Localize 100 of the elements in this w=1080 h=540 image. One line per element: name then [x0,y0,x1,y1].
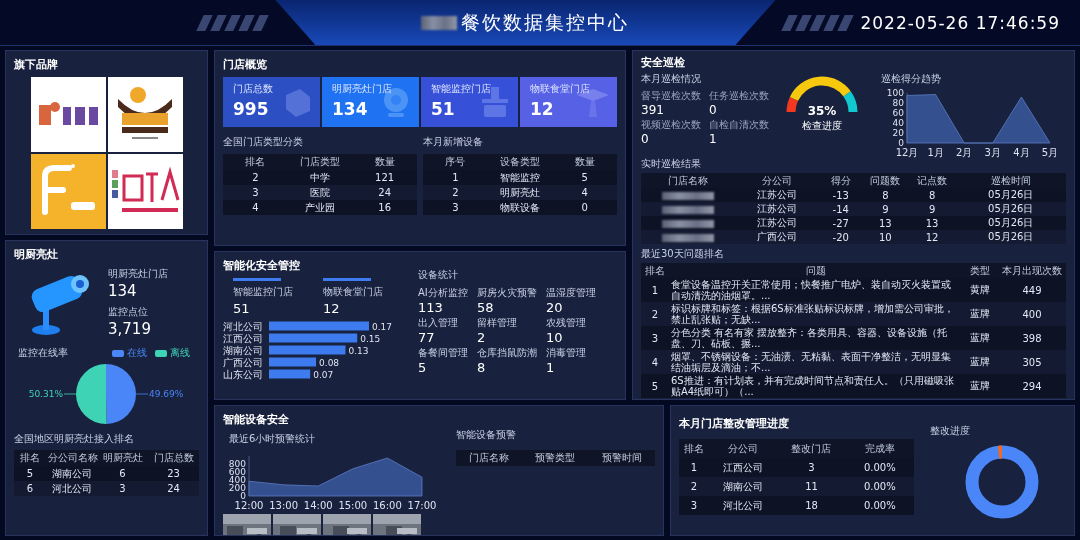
value-label: 50.31% [28,389,63,399]
table-cell: 蓝牌 [962,302,998,326]
table-cell: 16 [352,200,417,215]
table-cell: 广西公司 [734,230,820,244]
category-label: 湖南公司 [223,345,263,356]
table-cell: 10 [862,230,909,244]
table-cell: 9 [908,202,956,216]
table-cell: 449 [998,278,1066,302]
redaction-block [661,205,714,214]
column-header: 排名 [679,439,709,458]
gauge-drawing [786,76,858,113]
table-cell: 0 [552,200,617,215]
axis-label: 600 [228,467,246,477]
axis-label: 12月 [895,147,919,158]
table-cell: 121 [352,170,417,185]
column-header: 问题数 [862,173,909,188]
axis-label: 40 [892,118,904,128]
table-cell: 河北公司 [709,496,778,515]
table-cell: 江苏公司 [734,202,820,216]
table-cell: 05月26日 [955,216,1066,230]
stat-value: 1 [546,360,556,375]
table-cell: 智能监控 [487,170,553,185]
stat-label: 智能监控门店 [233,285,293,299]
table-cell: -13 [819,188,862,202]
table-cell: 医院 [287,185,353,200]
stat-label: 监控点位 [108,305,149,319]
bar [269,369,311,379]
stat-value: 0 [641,132,650,146]
stat-value: 2 [477,330,487,345]
column-header: 排名 [641,263,669,278]
table-cell: 3 [777,458,846,477]
redaction-block [421,15,458,30]
table-cell: 11 [777,477,846,496]
stat-label: 消毒管理 [546,346,587,360]
axis-label: 0 [240,491,246,501]
value-label: 0.15 [360,334,381,344]
redaction-block [661,219,714,228]
stat-label: 备餐间管理 [418,346,468,360]
table-cell: 黄牌 [962,278,998,302]
column-header: 完成率 [845,439,914,458]
stat-label: 督导巡检次数 [641,89,702,103]
table-cell: 24 [352,185,417,200]
value-label: 0.13 [348,346,369,356]
table-title: 智能设备预警 [456,428,517,442]
kpi-label: 门店总数 [233,82,273,96]
table-cell: 6S推进：有计划表，并有完成时间节点和责任人。（只用磁吸张贴A4纸即可）（... [669,374,962,398]
axis-label: 200 [228,483,246,493]
column-header: 记点数 [908,173,956,188]
axis-label: 1月 [927,147,944,158]
panel-title: 智能设备安全 [223,412,290,427]
table-title: 实时巡检结果 [641,157,702,171]
column-header: 预警时间 [588,450,655,466]
table-cell: 5 [641,374,669,398]
table-title: 全国门店类型分类 [223,135,304,149]
column-header: 门店名称 [641,173,735,188]
bar [269,357,317,367]
column-header: 整改门店 [777,439,846,458]
chart-title: 整改进度 [930,424,971,438]
column-header: 明厨亮灶 [97,450,148,466]
table-cell: 产业园 [287,200,353,215]
axis-label: 80 [892,98,904,108]
date-time: 2022-05-26 17:46:59 [860,12,1060,33]
column-header: 数量 [552,154,617,170]
redaction-block [661,233,714,242]
axis-label: 15:00 [338,500,368,511]
stat-value: 3,719 [108,320,152,338]
stat-value: 113 [418,300,444,315]
table-cell: 蓝牌 [962,350,998,374]
stat-value: 1 [709,132,718,146]
table-cell: 05月26日 [955,202,1066,216]
stat-value: 8 [477,360,487,375]
stat-label: 仓库挡鼠防潮 [477,346,537,360]
chart-title: 监控在线率 [18,346,68,360]
panel-title: 本月门店整改管理进度 [679,416,790,431]
page-title: 餐饮数据集控中心 [461,9,630,35]
table-cell: 标识标牌和标签：根据6S标准张贴标识标牌，增加需公司审批，禁止乱张贴；无缺... [669,302,962,326]
panel-title: 安全巡检 [641,55,686,70]
table-cell: 2 [679,477,709,496]
table-cell: 23 [148,466,199,481]
column-header: 序号 [423,154,488,170]
table-cell: 5 [552,170,617,185]
table-cell: 湖南公司 [46,466,97,481]
column-header: 数量 [352,154,417,170]
panel-title: 旗下品牌 [14,57,59,72]
table-title: 全国地区明厨亮灶接入排名 [14,432,135,446]
column-header: 门店类型 [287,154,353,170]
chart-title: 巡检得分趋势 [881,72,942,86]
table-cell: 食堂设备温控开关正常使用；快餐推广电炉、装自动灭火装置或自动清洗的油烟罩。... [669,278,962,302]
column-header: 分公司名称 [46,450,97,466]
axis-label: 60 [892,108,904,118]
gauge-value: 35% [807,104,837,118]
stat-value: 391 [641,103,665,117]
chart-title: 最近6小时预警统计 [229,432,317,446]
stat-label: 温湿度管理 [546,286,596,300]
table-cell: 8 [862,188,909,202]
section-title: 本月巡检情况 [641,72,702,86]
kpi-label: 智能监控门店 [431,82,491,96]
table-cell: 3 [641,326,669,350]
table-cell: 河北公司 [46,481,97,496]
stat-value: 5 [418,360,428,375]
